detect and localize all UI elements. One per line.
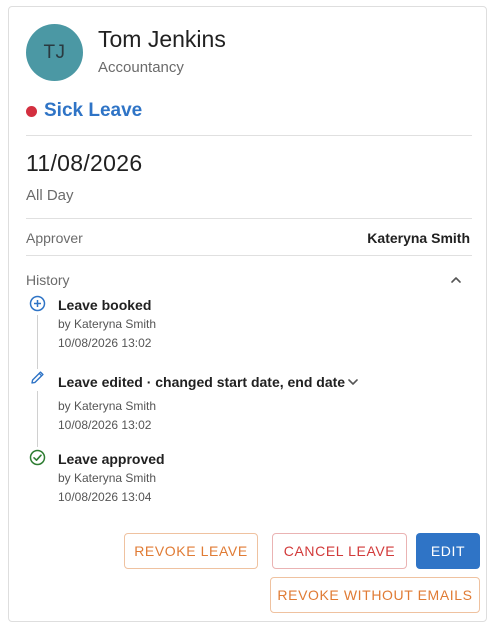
history-event-author: by Kateryna Smith	[58, 399, 157, 413]
revoke-without-emails-button[interactable]: REVOKE WITHOUT EMAILS	[270, 577, 480, 613]
history-event-title: Leave booked	[58, 297, 152, 313]
timeline-connector	[37, 391, 38, 447]
history-event-title: Leave approved	[58, 451, 165, 467]
chevron-up-icon[interactable]	[449, 273, 463, 287]
chevron-down-icon[interactable]	[346, 375, 360, 389]
divider	[26, 255, 472, 256]
employee-department: Accountancy	[98, 59, 184, 76]
divider	[26, 135, 472, 136]
history-event-timestamp: 10/08/2026 13:02	[58, 418, 152, 432]
history-label: History	[26, 272, 70, 288]
avatar: TJ	[26, 24, 83, 81]
leave-duration: All Day	[26, 187, 74, 204]
pencil-icon	[31, 371, 44, 384]
history-event-timestamp: 10/08/2026 13:04	[58, 490, 152, 504]
history-event-title: Leave edited · changed start date, end d…	[58, 374, 346, 390]
employee-name: Tom Jenkins	[98, 26, 226, 52]
leave-type: Sick Leave	[26, 100, 142, 122]
approver-name: Kateryna Smith	[367, 230, 470, 246]
revoke-leave-button[interactable]: REVOKE LEAVE	[124, 533, 258, 569]
cancel-leave-button[interactable]: CANCEL LEAVE	[272, 533, 407, 569]
divider	[26, 218, 472, 219]
leave-type-dot-icon	[26, 105, 37, 117]
check-circle-icon	[29, 449, 46, 466]
leave-date: 11/08/2026	[26, 150, 143, 176]
history-event-author: by Kateryna Smith	[58, 471, 157, 485]
plus-circle-icon	[29, 295, 46, 312]
history-event-timestamp: 10/08/2026 13:02	[58, 336, 152, 350]
timeline-connector	[37, 315, 38, 369]
leave-type-label: Sick Leave	[44, 100, 143, 121]
edit-button[interactable]: EDIT	[416, 533, 480, 569]
history-event-author: by Kateryna Smith	[58, 317, 157, 331]
leave-details-card: TJ Tom Jenkins Accountancy Sick Leave 11…	[8, 6, 487, 622]
approver-label: Approver	[26, 230, 83, 246]
avatar-initials: TJ	[43, 41, 66, 63]
